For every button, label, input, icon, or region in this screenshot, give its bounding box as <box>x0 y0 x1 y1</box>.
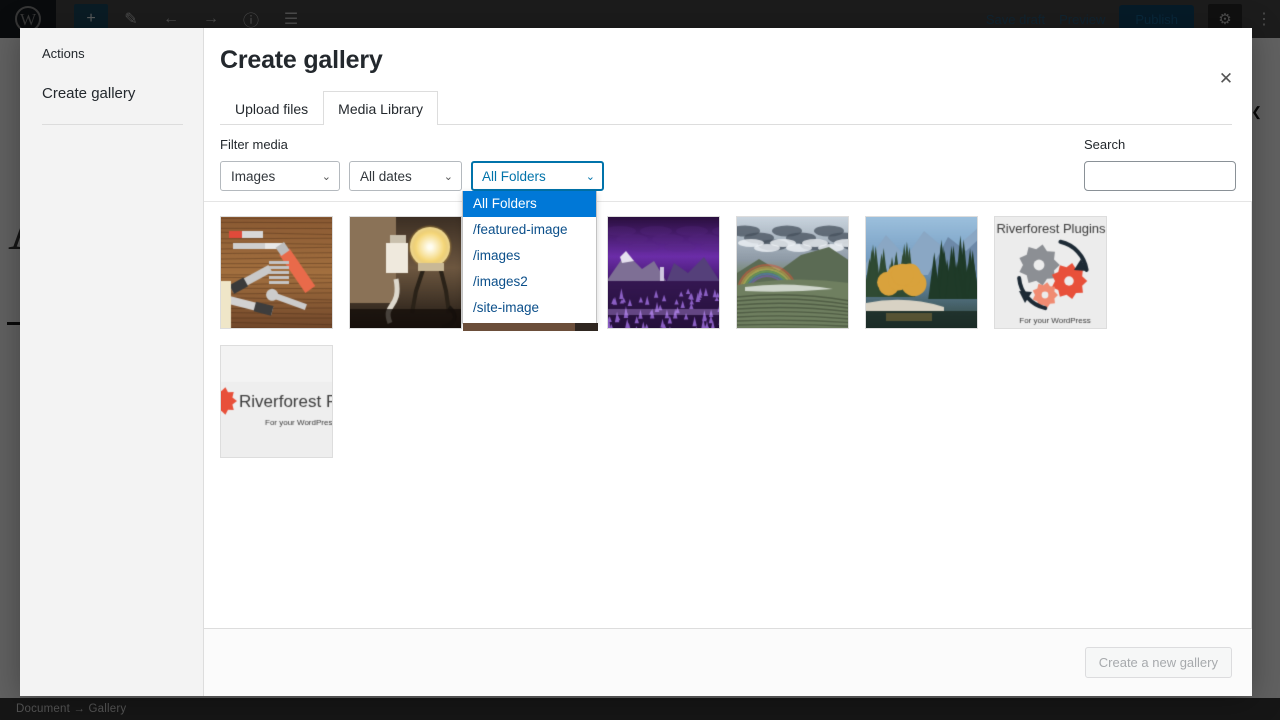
media-thumbnail[interactable] <box>349 216 462 329</box>
modal-header: Create gallery Upload files Media Librar… <box>204 28 1252 125</box>
screen: W + ✎ ← → ⓘ ☰ Save draft Preview Publish… <box>0 0 1280 720</box>
filter-media-label: Filter media <box>220 137 288 152</box>
search-input[interactable] <box>1084 161 1236 191</box>
dropdown-option-all-folders[interactable]: All Folders <box>463 191 596 217</box>
filter-selects: Images ⌄ All dates ⌄ All Folders ⌄ All F… <box>220 161 604 331</box>
dropdown-option-featured-image[interactable]: /featured-image <box>463 217 596 243</box>
media-grid-area[interactable] <box>204 202 1252 628</box>
search-label: Search <box>1084 137 1126 152</box>
media-thumbnail[interactable] <box>736 216 849 329</box>
sidebar-divider <box>42 124 183 125</box>
media-thumbnail[interactable] <box>220 216 333 329</box>
modal-tabs: Upload files Media Library <box>220 90 1232 125</box>
media-grid <box>220 216 1235 458</box>
filter-bar: Filter media Images ⌄ All dates ⌄ All Fo… <box>204 125 1252 331</box>
chevron-down-icon: ⌄ <box>585 170 595 183</box>
modal-sidebar: Actions Create gallery <box>20 28 204 696</box>
date-filter-select-value: All dates <box>360 168 412 184</box>
modal-body: Actions Create gallery Create gallery Up… <box>20 28 1252 696</box>
modal-footer: Create a new gallery <box>204 628 1252 696</box>
media-thumbnail[interactable] <box>994 216 1107 329</box>
media-thumbnail[interactable] <box>607 216 720 329</box>
dropdown-option-images[interactable]: /images <box>463 243 596 269</box>
folder-filter-dropdown[interactable]: All Folders /featured-image /images /ima… <box>462 191 598 331</box>
tab-media-library[interactable]: Media Library <box>323 91 438 125</box>
search-control: Search <box>1084 137 1236 191</box>
sidebar-item-create-gallery[interactable]: Create gallery <box>42 85 183 102</box>
tab-upload-files[interactable]: Upload files <box>220 91 323 125</box>
sidebar-heading: Actions <box>42 46 85 61</box>
dropdown-option-site-image[interactable]: /site-image <box>463 295 596 321</box>
folder-filter-select[interactable]: All Folders ⌄ <box>471 161 604 191</box>
media-type-select-value: Images <box>231 168 276 184</box>
chevron-down-icon: ⌄ <box>443 170 453 183</box>
media-type-select[interactable]: Images ⌄ <box>220 161 340 191</box>
filter-controls: Filter media Images ⌄ All dates ⌄ All Fo… <box>220 137 604 331</box>
modal-main-pane: Create gallery Upload files Media Librar… <box>204 28 1252 696</box>
date-filter-select[interactable]: All dates ⌄ <box>349 161 462 191</box>
create-new-gallery-button[interactable]: Create a new gallery <box>1084 647 1232 678</box>
modal-title: Create gallery <box>220 46 383 74</box>
horizontal-scrollbar[interactable] <box>463 323 598 331</box>
folder-filter-select-value: All Folders <box>482 168 546 184</box>
media-thumbnail[interactable] <box>865 216 978 329</box>
chevron-down-icon: ⌄ <box>321 170 331 183</box>
dropdown-option-images2[interactable]: /images2 <box>463 269 596 295</box>
media-thumbnail[interactable] <box>220 345 333 458</box>
create-gallery-modal: ✕ Actions Create gallery Create gallery … <box>20 28 1252 696</box>
